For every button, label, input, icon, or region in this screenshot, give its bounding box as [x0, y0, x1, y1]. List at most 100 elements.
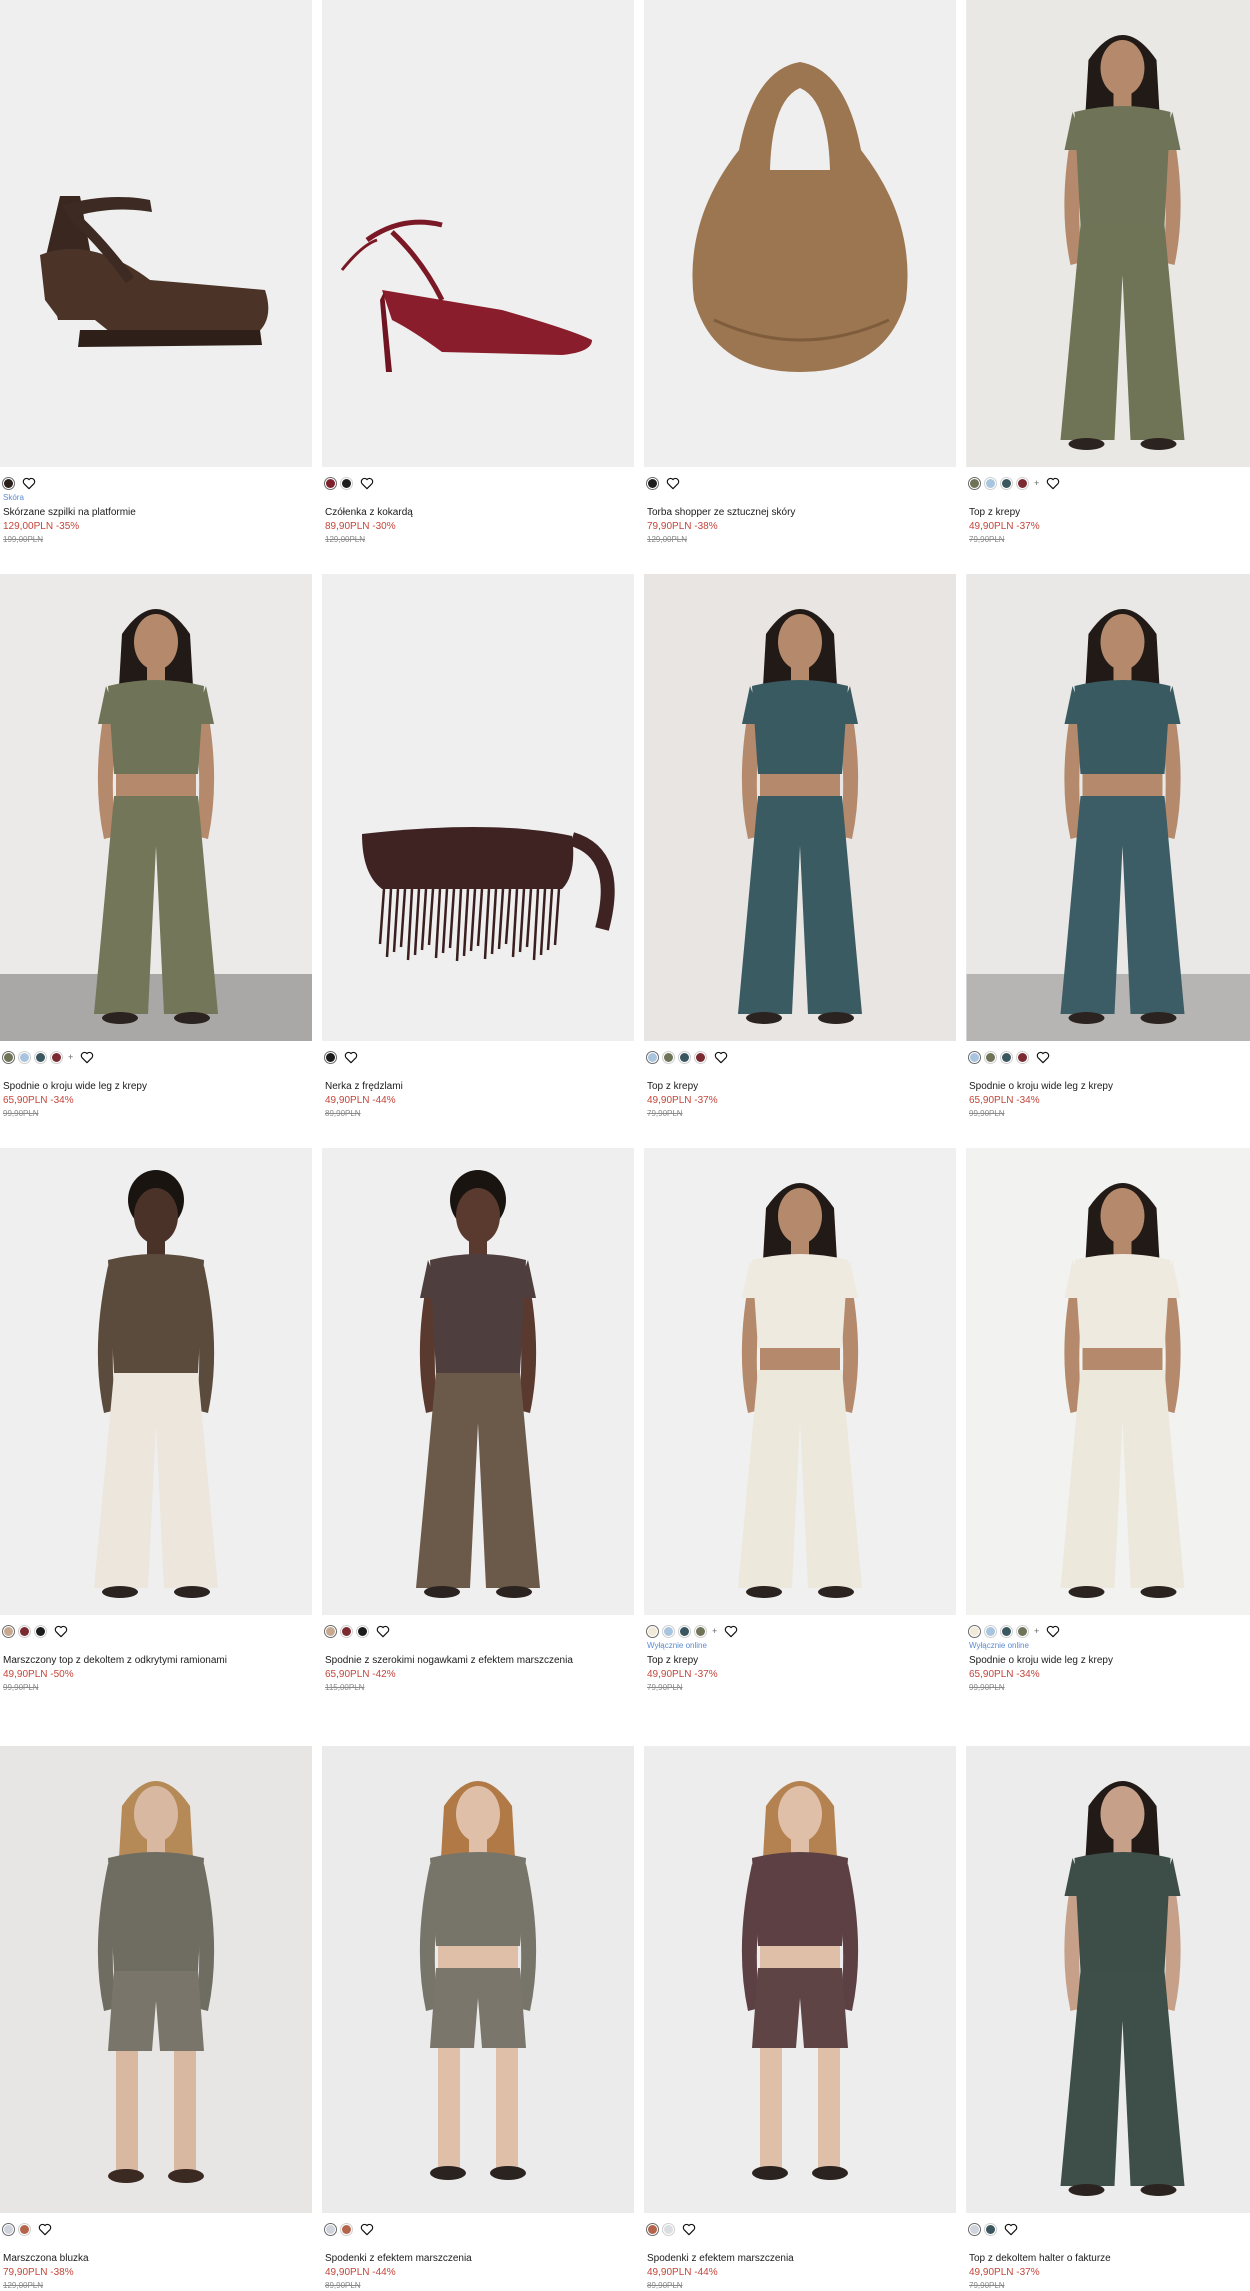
- color-swatch[interactable]: [52, 1053, 61, 1062]
- color-swatch[interactable]: [358, 1627, 367, 1636]
- color-swatch[interactable]: [4, 479, 13, 488]
- product-card[interactable]: + Wyłącznie online Top z krepy 49,90PLN …: [644, 1148, 956, 1746]
- product-card[interactable]: Marszczona bluzka 79,90PLN -38% 129,00PL…: [0, 1746, 312, 2256]
- product-image[interactable]: [966, 1746, 1250, 2213]
- color-swatch[interactable]: [20, 1053, 29, 1062]
- product-image[interactable]: [644, 0, 956, 467]
- wishlist-heart-icon[interactable]: [360, 477, 374, 490]
- product-name[interactable]: Top z krepy: [647, 1081, 953, 1093]
- product-image[interactable]: [322, 1148, 634, 1615]
- wishlist-heart-icon[interactable]: [666, 477, 680, 490]
- color-swatch[interactable]: [1002, 1627, 1011, 1636]
- color-swatch[interactable]: [696, 1627, 705, 1636]
- product-image[interactable]: [0, 1746, 312, 2213]
- product-name[interactable]: Skórzane szpilki na platformie: [3, 507, 309, 519]
- product-card[interactable]: Spodenki z efektem marszczenia 49,90PLN …: [644, 1746, 956, 2256]
- color-swatch[interactable]: [36, 1053, 45, 1062]
- product-image[interactable]: [322, 1746, 634, 2213]
- product-card[interactable]: + Wyłącznie online Spodnie o kroju wide …: [966, 1148, 1250, 1746]
- product-name[interactable]: Czółenka z kokardą: [325, 507, 631, 519]
- color-swatch[interactable]: [986, 1627, 995, 1636]
- color-swatch[interactable]: [36, 1627, 45, 1636]
- product-name[interactable]: Top z krepy: [647, 1655, 953, 1667]
- product-name[interactable]: Spodnie o kroju wide leg z krepy: [969, 1081, 1250, 1093]
- product-image[interactable]: [966, 574, 1250, 1041]
- product-name[interactable]: Top z krepy: [969, 507, 1250, 519]
- wishlist-heart-icon[interactable]: [1036, 1051, 1050, 1064]
- product-card[interactable]: Spodenki z efektem marszczenia 49,90PLN …: [322, 1746, 634, 2256]
- product-image[interactable]: [0, 574, 312, 1041]
- color-swatch[interactable]: [648, 479, 657, 488]
- product-card[interactable]: Top z krepy 49,90PLN -37% 79,90PLN: [644, 574, 956, 1148]
- product-card[interactable]: Czółenka z kokardą 89,90PLN -30% 129,00P…: [322, 0, 634, 574]
- product-name[interactable]: Spodnie z szerokimi nogawkami z efektem …: [325, 1655, 631, 1667]
- more-colors-indicator[interactable]: +: [1034, 1627, 1039, 1636]
- wishlist-heart-icon[interactable]: [714, 1051, 728, 1064]
- color-swatch[interactable]: [648, 1627, 657, 1636]
- color-swatch[interactable]: [1018, 1053, 1027, 1062]
- color-swatch[interactable]: [342, 1627, 351, 1636]
- color-swatch[interactable]: [1002, 479, 1011, 488]
- wishlist-heart-icon[interactable]: [80, 1051, 94, 1064]
- color-swatch[interactable]: [20, 2225, 29, 2234]
- wishlist-heart-icon[interactable]: [376, 1625, 390, 1638]
- color-swatch[interactable]: [326, 1627, 335, 1636]
- color-swatch[interactable]: [648, 1053, 657, 1062]
- product-name[interactable]: Spodnie o kroju wide leg z krepy: [969, 1655, 1250, 1667]
- wishlist-heart-icon[interactable]: [344, 1051, 358, 1064]
- wishlist-heart-icon[interactable]: [360, 2223, 374, 2236]
- product-name[interactable]: Top z dekoltem halter o fakturze: [969, 2253, 1250, 2265]
- color-swatch[interactable]: [1002, 1053, 1011, 1062]
- product-name[interactable]: Marszczona bluzka: [3, 2253, 309, 2265]
- product-card[interactable]: + Top z krepy 49,90PLN -37% 79,90PLN: [966, 0, 1250, 574]
- color-swatch[interactable]: [326, 2225, 335, 2234]
- wishlist-heart-icon[interactable]: [22, 477, 36, 490]
- product-name[interactable]: Spodnie o kroju wide leg z krepy: [3, 1081, 309, 1093]
- wishlist-heart-icon[interactable]: [1004, 2223, 1018, 2236]
- color-swatch[interactable]: [970, 1053, 979, 1062]
- color-swatch[interactable]: [680, 1053, 689, 1062]
- color-swatch[interactable]: [4, 1053, 13, 1062]
- color-swatch[interactable]: [696, 1053, 705, 1062]
- color-swatch[interactable]: [986, 479, 995, 488]
- more-colors-indicator[interactable]: +: [712, 1627, 717, 1636]
- product-image[interactable]: [644, 1746, 956, 2213]
- product-image[interactable]: [966, 1148, 1250, 1615]
- product-name[interactable]: Spodenki z efektem marszczenia: [647, 2253, 953, 2265]
- color-swatch[interactable]: [20, 1627, 29, 1636]
- wishlist-heart-icon[interactable]: [724, 1625, 738, 1638]
- product-name[interactable]: Torba shopper ze sztucznej skóry: [647, 507, 953, 519]
- color-swatch[interactable]: [1018, 1627, 1027, 1636]
- product-card[interactable]: Skóra Skórzane szpilki na platformie 129…: [0, 0, 312, 574]
- color-swatch[interactable]: [986, 2225, 995, 2234]
- color-swatch[interactable]: [342, 2225, 351, 2234]
- color-swatch[interactable]: [664, 1053, 673, 1062]
- wishlist-heart-icon[interactable]: [1046, 1625, 1060, 1638]
- product-card[interactable]: Torba shopper ze sztucznej skóry 79,90PL…: [644, 0, 956, 574]
- product-image[interactable]: [322, 0, 634, 467]
- wishlist-heart-icon[interactable]: [682, 2223, 696, 2236]
- color-swatch[interactable]: [342, 479, 351, 488]
- product-name[interactable]: Spodenki z efektem marszczenia: [325, 2253, 631, 2265]
- product-card[interactable]: Nerka z frędzlami 49,90PLN -44% 89,90PLN: [322, 574, 634, 1148]
- product-card[interactable]: Marszczony top z dekoltem z odkrytymi ra…: [0, 1148, 312, 1746]
- product-image[interactable]: [644, 1148, 956, 1615]
- product-image[interactable]: [966, 0, 1250, 467]
- product-card[interactable]: Top z dekoltem halter o fakturze 49,90PL…: [966, 1746, 1250, 2256]
- color-swatch[interactable]: [326, 1053, 335, 1062]
- product-image[interactable]: [0, 0, 312, 467]
- color-swatch[interactable]: [4, 2225, 13, 2234]
- product-card[interactable]: + Spodnie o kroju wide leg z krepy 65,90…: [0, 574, 312, 1148]
- color-swatch[interactable]: [970, 2225, 979, 2234]
- color-swatch[interactable]: [680, 1627, 689, 1636]
- color-swatch[interactable]: [4, 1627, 13, 1636]
- product-image[interactable]: [644, 574, 956, 1041]
- product-image[interactable]: [322, 574, 634, 1041]
- product-name[interactable]: Marszczony top z dekoltem z odkrytymi ra…: [3, 1655, 309, 1667]
- product-name[interactable]: Nerka z frędzlami: [325, 1081, 631, 1093]
- color-swatch[interactable]: [1018, 479, 1027, 488]
- color-swatch[interactable]: [664, 2225, 673, 2234]
- color-swatch[interactable]: [970, 1627, 979, 1636]
- product-card[interactable]: Spodnie z szerokimi nogawkami z efektem …: [322, 1148, 634, 1746]
- more-colors-indicator[interactable]: +: [68, 1053, 73, 1062]
